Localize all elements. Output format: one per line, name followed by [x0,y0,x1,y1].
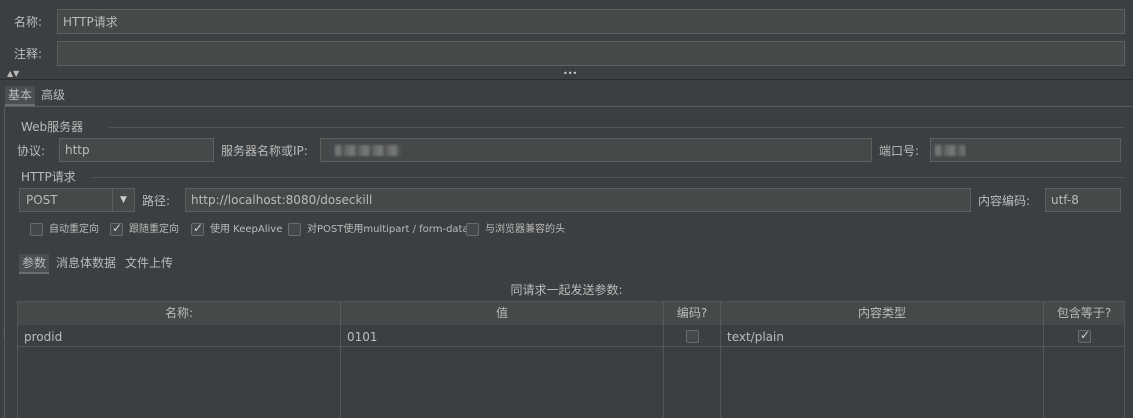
tab-parameters[interactable]: 参数 [19,254,50,274]
method-select[interactable]: POST ▼ [19,188,135,212]
params-table-caption: 同请求一起发送参数: [510,283,623,297]
web-server-section-line [109,127,1124,128]
encoding-label: 内容编码: [978,194,1031,208]
server-value-redacted [335,145,401,156]
splitter-line [0,79,1133,80]
port-input[interactable] [930,138,1121,162]
port-label: 端口号: [879,144,920,158]
keepalive-checkbox[interactable] [191,221,204,236]
protocol-label: 协议: [17,144,46,158]
chevron-down-icon[interactable]: ▼ [112,189,134,211]
http-request-section-line [92,177,1124,178]
column-header-include-equals[interactable]: 包含等于? [1044,302,1124,325]
name-label: 名称: [14,15,43,29]
panel-left-border [4,106,5,418]
param-encode-checkbox[interactable] [686,330,699,343]
table-row[interactable] [18,326,1124,347]
protocol-input[interactable]: http [59,138,214,162]
auto-redirect-label: 自动重定向 [49,224,99,235]
encoding-input[interactable]: utf-8 [1045,188,1121,212]
column-header-value[interactable]: 值 [341,302,664,325]
multipart-label: 对POST使用multipart / form-data [307,224,469,235]
param-value-cell[interactable]: 0101 [341,327,378,347]
tab-basic[interactable]: 基本 [5,86,36,106]
port-value-redacted [935,145,965,156]
follow-redirect-label: 跟随重定向 [129,224,179,235]
auto-redirect-checkbox[interactable] [30,223,43,236]
column-header-encode[interactable]: 编码? [664,302,721,325]
multipart-checkbox[interactable] [288,223,301,236]
left-resize-handle-icon[interactable]: ⋮ [0,330,8,338]
tab-underline [4,106,1133,107]
tab-advanced[interactable]: 高级 [38,86,68,104]
server-input[interactable] [320,138,872,162]
keepalive-label: 使用 KeepAlive [210,224,283,235]
browser-headers-label: 与浏览器兼容的头 [485,224,565,235]
column-header-content-type[interactable]: 内容类型 [721,302,1044,325]
comment-input[interactable] [57,41,1125,66]
tab-file-upload[interactable]: 文件上传 [122,254,176,272]
param-content-type-cell[interactable]: text/plain [721,327,784,347]
comment-label: 注释: [14,47,43,61]
web-server-section-title: Web服务器 [21,120,84,134]
server-label: 服务器名称或IP: [221,144,308,158]
http-request-section-title: HTTP请求 [21,170,76,184]
method-value: POST [26,193,58,207]
path-label: 路径: [142,194,171,208]
name-input[interactable]: HTTP请求 [57,9,1125,34]
tab-body-data[interactable]: 消息体数据 [53,254,119,272]
path-input[interactable]: http://localhost:8080/doseckill [185,188,971,212]
param-name-cell[interactable]: prodid [18,327,62,347]
param-include-equals-checkbox[interactable] [1078,328,1091,343]
follow-redirect-checkbox[interactable] [110,221,123,236]
column-header-name[interactable]: 名称: [18,302,341,325]
browser-headers-checkbox[interactable] [466,223,479,236]
